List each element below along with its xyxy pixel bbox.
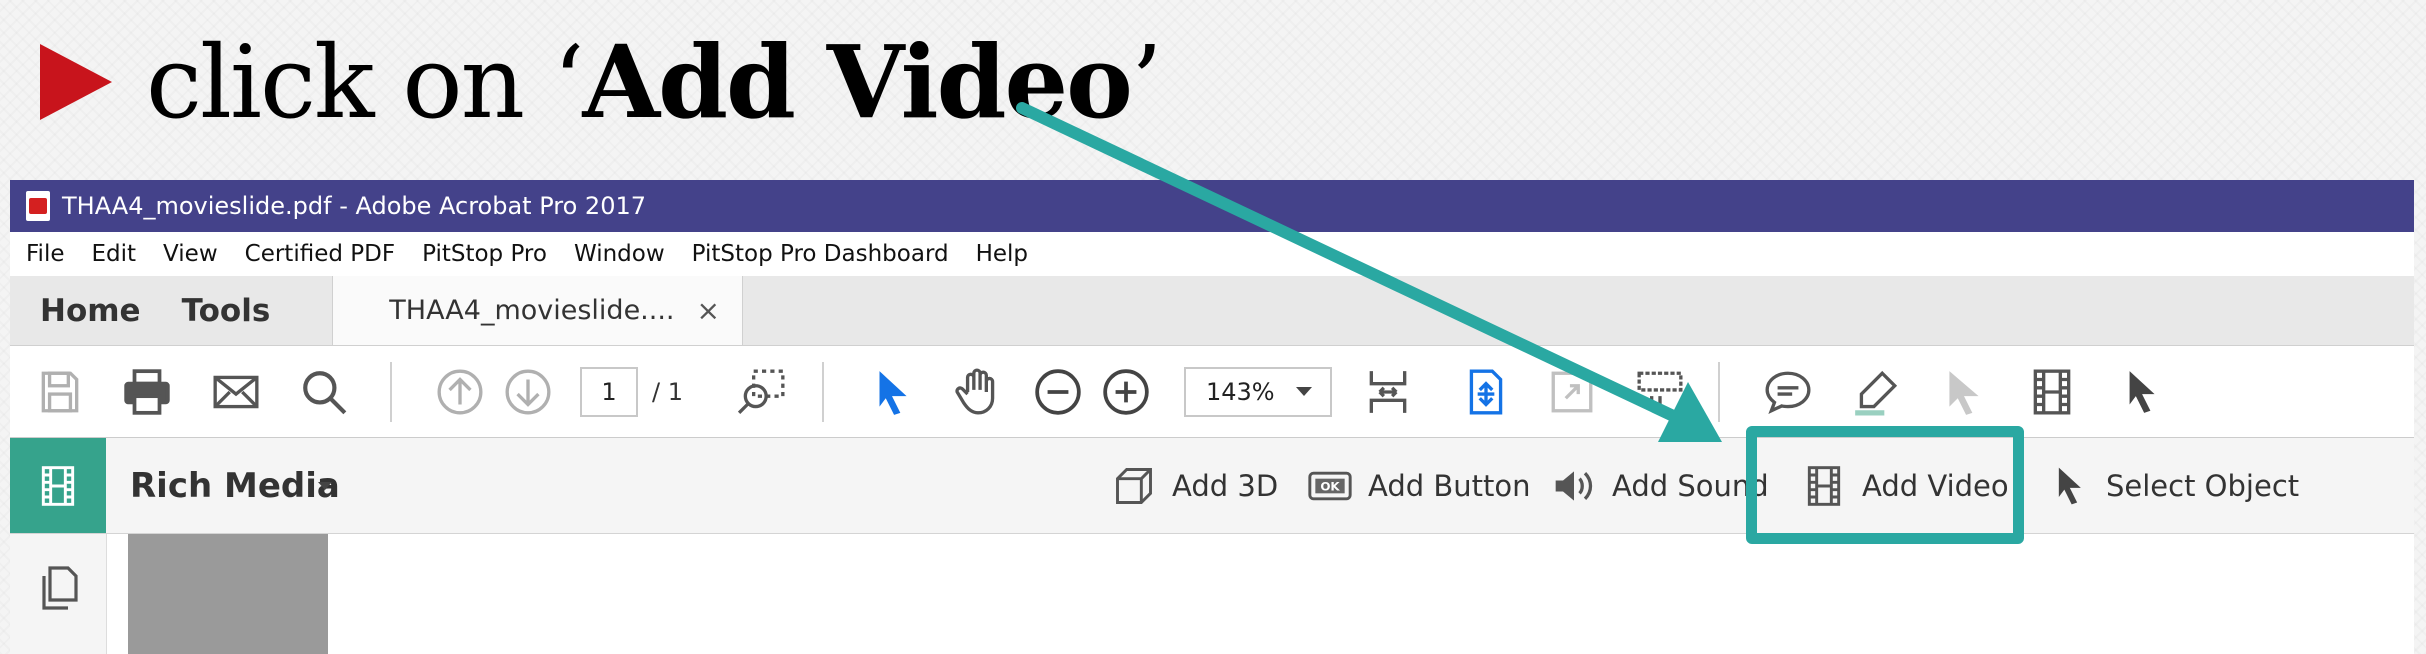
document-tab-label: THAA4_movieslide....: [389, 295, 675, 326]
add-3d-button[interactable]: Add 3D: [1112, 458, 1278, 514]
full-screen-icon[interactable]: [1542, 362, 1602, 422]
read-mode-icon[interactable]: [1630, 362, 1690, 422]
select-object-icon[interactable]: [2110, 362, 2170, 422]
title-bar: THAA4_movieslide.pdf - Adobe Acrobat Pro…: [10, 180, 2414, 232]
add-sound-label: Add Sound: [1612, 469, 1769, 503]
tab-bar: Home Tools THAA4_movieslide.... ×: [10, 276, 2414, 346]
menu-file[interactable]: File: [26, 241, 65, 267]
toolbar-divider: [822, 362, 824, 422]
add-button-button[interactable]: OK Add Button: [1308, 458, 1531, 514]
add-3d-label: Add 3D: [1172, 469, 1279, 503]
select-object-label: Select Object: [2106, 469, 2300, 503]
instruction-text: click on ‘Add Video’: [146, 23, 1163, 141]
page-thumbnails-icon[interactable]: [34, 564, 82, 612]
left-navigation-panel: [10, 534, 107, 654]
page-number-input[interactable]: 1: [580, 367, 638, 417]
film-strip-icon[interactable]: [2022, 362, 2082, 422]
document-page-area: [128, 534, 328, 654]
scrolling-mode-icon[interactable]: [1456, 362, 1516, 422]
instruction-suffix: ’: [1130, 24, 1163, 141]
film-strip-icon: [1807, 466, 1841, 506]
zoom-value: 143%: [1206, 378, 1275, 406]
fit-page-icon[interactable]: [1358, 362, 1418, 422]
arrow-cursor-icon: [2058, 467, 2081, 505]
save-icon[interactable]: [30, 362, 90, 422]
tab-document[interactable]: THAA4_movieslide.... ×: [332, 276, 743, 345]
search-icon[interactable]: [294, 362, 354, 422]
menu-pitstop-pro[interactable]: PitStop Pro: [422, 241, 547, 267]
add-video-label: Add Video: [1862, 469, 2009, 503]
comment-icon[interactable]: [1758, 362, 1818, 422]
menu-bar: File Edit View Certified PDF PitStop Pro…: [10, 232, 2414, 276]
zoom-in-icon[interactable]: [1096, 362, 1156, 422]
toolbar-divider: [390, 362, 392, 422]
instruction-target: Add Video: [582, 23, 1133, 141]
menu-window[interactable]: Window: [574, 241, 665, 267]
close-tab-icon[interactable]: ×: [697, 294, 720, 327]
instruction-prefix: click on ‘: [146, 24, 585, 141]
window-title: THAA4_movieslide.pdf - Adobe Acrobat Pro…: [62, 192, 647, 220]
pdf-file-icon: [26, 191, 50, 221]
rich-media-toolbar: Rich Media Add 3D OK Add Button Add Soun…: [10, 426, 2414, 544]
page-total: / 1: [652, 378, 683, 406]
triangle-bullet-icon: [40, 44, 112, 120]
add-sound-button[interactable]: Add Sound: [1552, 458, 1769, 514]
chevron-down-icon: [318, 482, 332, 490]
next-page-icon[interactable]: [498, 362, 558, 422]
main-toolbar: 1 / 1 143%: [10, 346, 2414, 438]
select-arrow-icon[interactable]: [862, 362, 922, 422]
ok-button-icon-text: OK: [1320, 480, 1340, 494]
rich-media-tool-icon: [10, 438, 106, 533]
slide-title: click on ‘Add Video’: [40, 22, 1163, 142]
email-icon[interactable]: [206, 362, 266, 422]
pointer-disabled-icon[interactable]: [1934, 362, 1994, 422]
previous-page-icon[interactable]: [430, 362, 490, 422]
menu-help[interactable]: Help: [976, 241, 1028, 267]
tab-tools[interactable]: Tools: [166, 276, 287, 345]
speaker-icon: [1555, 471, 1593, 501]
hand-tool-icon[interactable]: [948, 362, 1008, 422]
zoom-out-icon[interactable]: [1028, 362, 1088, 422]
highlight-pen-icon[interactable]: [1846, 362, 1906, 422]
rich-media-menu[interactable]: Rich Media: [130, 466, 340, 506]
print-icon[interactable]: [117, 362, 177, 422]
zoom-select[interactable]: 143%: [1184, 367, 1332, 417]
menu-pitstop-pro-dashboard[interactable]: PitStop Pro Dashboard: [692, 241, 949, 267]
cube-icon: [1116, 468, 1152, 504]
marquee-zoom-icon[interactable]: [732, 362, 792, 422]
select-object-button[interactable]: Select Object: [2046, 458, 2299, 514]
tab-home[interactable]: Home: [10, 276, 166, 345]
add-video-button[interactable]: Add Video: [1802, 458, 2009, 514]
ok-button-icon: OK: [1308, 471, 1352, 501]
chevron-down-icon: [1296, 387, 1312, 396]
menu-edit[interactable]: Edit: [92, 241, 137, 267]
add-button-label: Add Button: [1368, 469, 1531, 503]
acrobat-window: THAA4_movieslide.pdf - Adobe Acrobat Pro…: [10, 180, 2414, 654]
menu-view[interactable]: View: [163, 241, 218, 267]
menu-certified-pdf[interactable]: Certified PDF: [245, 241, 395, 267]
toolbar-divider: [1718, 362, 1720, 422]
